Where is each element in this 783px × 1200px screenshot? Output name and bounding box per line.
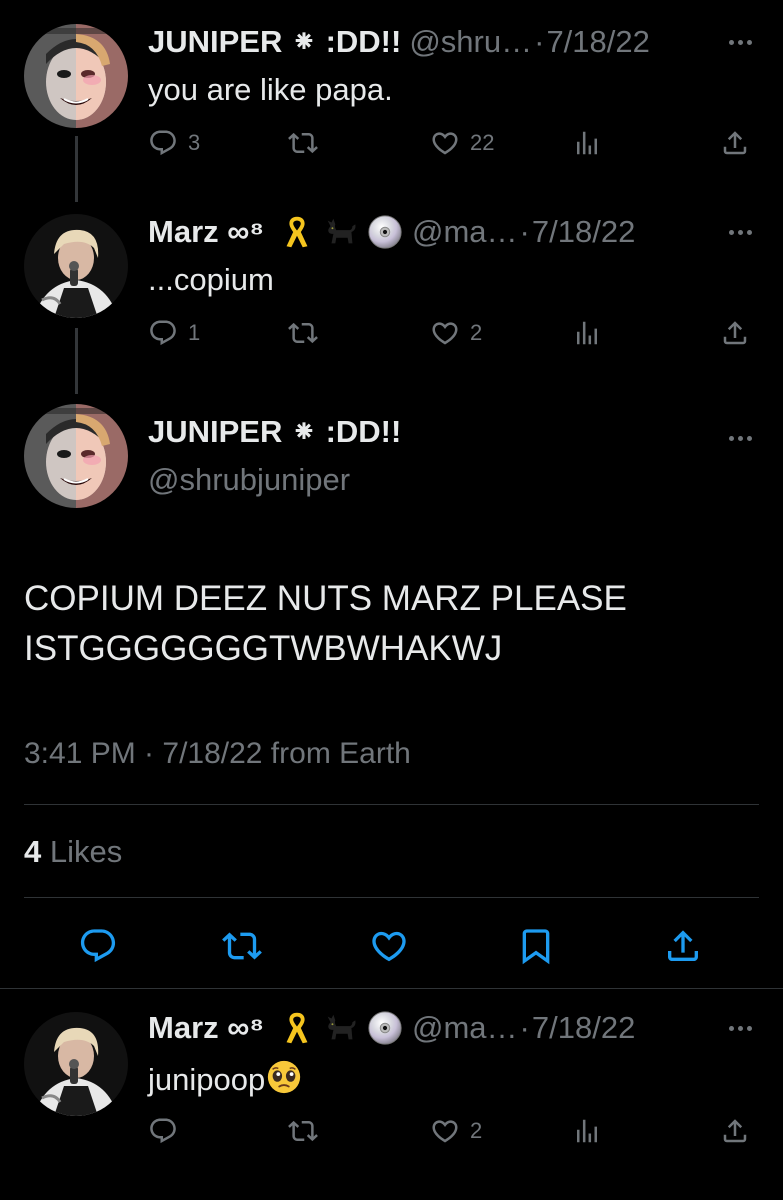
reply-button[interactable] [148, 1116, 178, 1146]
reply-button[interactable] [78, 926, 118, 966]
retweet-button[interactable] [288, 1116, 318, 1146]
display-name[interactable]: Marz ∞⁸ [148, 1010, 264, 1046]
dvd-icon [366, 1009, 404, 1047]
bookmark-button[interactable] [516, 926, 556, 966]
main-tweet: JUNIPER ⁕ :DD!! @shrubjuniper COPIUM DEE… [0, 0, 783, 990]
timestamp[interactable]: 7/18/22 [532, 1010, 635, 1046]
likes-summary[interactable]: 4 Likes [24, 834, 122, 870]
like-button[interactable]: 2 [430, 1116, 482, 1146]
reply-icon [78, 926, 118, 966]
share-icon [720, 1116, 750, 1146]
tweet-text-line: ISTGGGGGGGTWBWHAKWJ [24, 629, 503, 668]
heart-icon [430, 1116, 460, 1146]
likes-count: 4 [24, 834, 42, 869]
divider [0, 988, 783, 989]
tweet-text-content: junipoop [148, 1062, 266, 1097]
yellow-ribbon-icon [278, 1009, 316, 1047]
retweet-icon [222, 926, 262, 966]
more-options-icon[interactable] [725, 428, 755, 448]
tweet-header: Marz ∞⁸ @ma… · 7/18/22 [148, 1008, 693, 1048]
avatar[interactable] [24, 1012, 128, 1116]
more-options-icon[interactable] [725, 1018, 755, 1038]
black-cat-icon [322, 1009, 360, 1047]
tweet-text-line: COPIUM DEEZ NUTS MARZ PLEASE [24, 579, 627, 618]
tweet-text: COPIUM DEEZ NUTS MARZ PLEASE ISTGGGGGGGT… [24, 574, 764, 674]
like-count: 2 [470, 1118, 483, 1143]
views-button[interactable] [572, 1116, 602, 1146]
retweet-button[interactable] [222, 926, 262, 966]
share-button[interactable] [663, 926, 703, 966]
share-button[interactable] [720, 1116, 750, 1146]
like-button[interactable] [369, 926, 409, 966]
pleading-face-icon [265, 1058, 303, 1096]
tweet-text: junipoop [148, 1058, 753, 1098]
avatar[interactable] [24, 404, 128, 508]
divider [24, 804, 759, 805]
handle[interactable]: @ma… [412, 1010, 518, 1046]
heart-icon [369, 926, 409, 966]
reply-tweet[interactable]: Marz ∞⁸ @ma… · 7/18/22 junipoop 2 [0, 990, 783, 1200]
handle[interactable]: @shrubjuniper [148, 462, 350, 498]
divider [24, 897, 759, 898]
tweet-actions: 2 [148, 1116, 753, 1156]
retweet-icon [288, 1116, 318, 1146]
likes-label: Likes [49, 834, 123, 869]
share-icon [663, 926, 703, 966]
views-icon [572, 1116, 602, 1146]
tweet-timestamp[interactable]: 3:41 PM · 7/18/22 from Earth [24, 737, 411, 771]
separator: · [519, 1010, 530, 1045]
main-tweet-actions [0, 920, 783, 976]
bookmark-icon [516, 926, 556, 966]
reply-icon [148, 1116, 178, 1146]
display-name[interactable]: JUNIPER ⁕ :DD!! [148, 414, 401, 450]
